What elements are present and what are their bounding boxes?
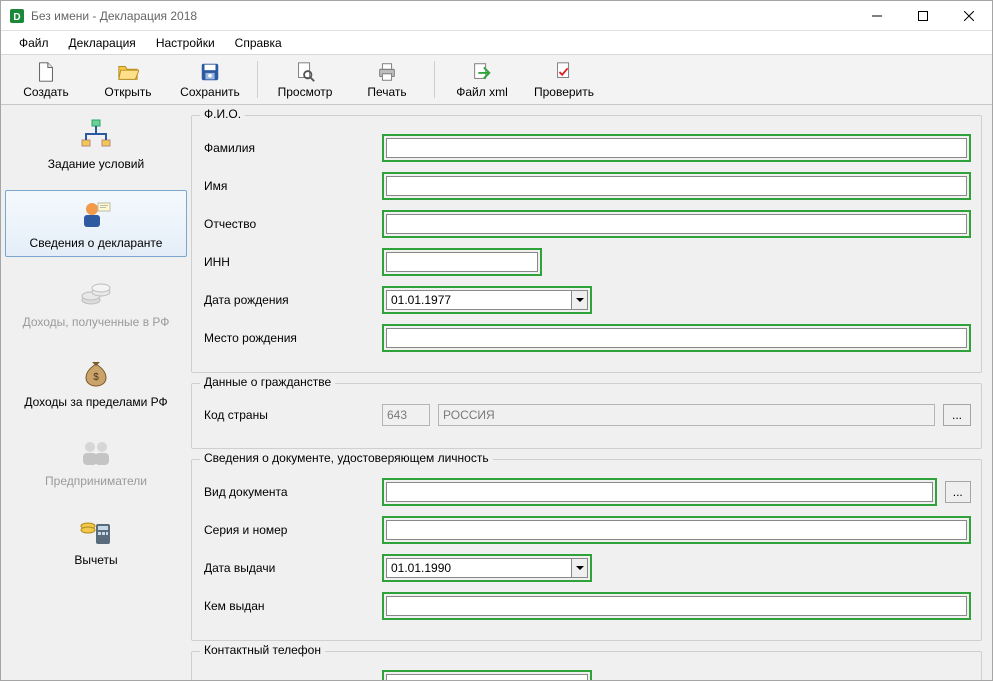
label-name: Имя: [202, 179, 382, 193]
check-button[interactable]: Проверить: [524, 57, 604, 102]
country-browse-button[interactable]: ...: [943, 404, 971, 426]
check-page-icon: [553, 61, 575, 83]
sidebar-item-conditions[interactable]: Задание условий: [5, 111, 187, 178]
group-citizenship: Данные о гражданстве Код страны ...: [191, 383, 982, 449]
sidebar-item-income-abroad[interactable]: $ Доходы за пределами РФ: [5, 349, 187, 416]
floppy-icon: [199, 61, 221, 83]
titlebar: D Без имени - Декларация 2018: [1, 1, 992, 31]
doc-serial-input[interactable]: [386, 520, 967, 540]
menu-help[interactable]: Справка: [225, 31, 292, 54]
check-label: Проверить: [534, 85, 594, 99]
new-file-icon: [35, 61, 57, 83]
create-button[interactable]: Создать: [6, 57, 86, 102]
create-label: Создать: [23, 85, 69, 99]
sidebar-item-label: Доходы за пределами РФ: [24, 396, 167, 409]
preview-button[interactable]: Просмотр: [265, 57, 345, 102]
phone-input[interactable]: [386, 674, 588, 680]
issue-date-dropdown[interactable]: [571, 558, 588, 578]
open-button[interactable]: Открыть: [88, 57, 168, 102]
label-issued-by: Кем выдан: [202, 599, 382, 613]
save-label: Сохранить: [180, 85, 240, 99]
export-xml-icon: [471, 61, 493, 83]
sidebar-item-label: Задание условий: [48, 158, 144, 171]
open-label: Открыть: [104, 85, 151, 99]
svg-text:$: $: [93, 372, 99, 383]
calculator-coins-icon: [78, 514, 114, 550]
sidebar-item-label: Сведения о декларанте: [30, 237, 163, 250]
group-legend: Контактный телефон: [200, 643, 325, 657]
birth-place-input[interactable]: [386, 328, 967, 348]
label-surname: Фамилия: [202, 141, 382, 155]
app-icon: D: [9, 8, 25, 24]
surname-input[interactable]: [386, 138, 967, 158]
svg-text:D: D: [13, 12, 20, 23]
file-xml-label: Файл xml: [456, 85, 508, 99]
birth-date-dropdown[interactable]: [571, 290, 588, 310]
file-xml-button[interactable]: Файл xml: [442, 57, 522, 102]
maximize-button[interactable]: [900, 1, 946, 31]
menu-declaration[interactable]: Декларация: [59, 31, 146, 54]
label-inn: ИНН: [202, 255, 382, 269]
print-label: Печать: [367, 85, 406, 99]
toolbar-separator: [434, 61, 435, 98]
sidebar-item-income-rf[interactable]: Доходы, полученные в РФ: [5, 269, 187, 336]
country-name-input: [438, 404, 935, 426]
minimize-button[interactable]: [854, 1, 900, 31]
group-legend: Ф.И.О.: [200, 107, 245, 121]
preview-label: Просмотр: [278, 85, 333, 99]
menu-file[interactable]: Файл: [9, 31, 59, 54]
label-patronymic: Отчество: [202, 217, 382, 231]
sidebar: Задание условий Сведения о декларанте До…: [1, 105, 191, 680]
patronymic-input[interactable]: [386, 214, 967, 234]
menu-settings[interactable]: Настройки: [146, 31, 225, 54]
sidebar-item-deductions[interactable]: Вычеты: [5, 507, 187, 574]
label-country-code: Код страны: [202, 408, 382, 422]
toolbar-separator: [257, 61, 258, 98]
group-phone: Контактный телефон: [191, 651, 982, 680]
sidebar-item-label: Доходы, полученные в РФ: [23, 316, 170, 329]
group-legend: Данные о гражданстве: [200, 375, 335, 389]
sidebar-item-label: Предприниматели: [45, 475, 147, 488]
inn-input[interactable]: [386, 252, 538, 272]
printer-icon: [376, 61, 398, 83]
window-title: Без имени - Декларация 2018: [31, 9, 197, 23]
coins-icon: [78, 276, 114, 312]
issued-by-input[interactable]: [386, 596, 967, 616]
sidebar-item-label: Вычеты: [74, 554, 117, 567]
label-birth-date: Дата рождения: [202, 293, 382, 307]
toolbar: Создать Открыть Сохранить Просмотр Печа: [1, 55, 992, 105]
doc-type-browse-button[interactable]: ...: [945, 481, 971, 503]
flowchart-icon: [78, 118, 114, 154]
money-bag-icon: $: [78, 356, 114, 392]
people-icon: [78, 435, 114, 471]
menubar: Файл Декларация Настройки Справка: [1, 31, 992, 55]
label-birth-place: Место рождения: [202, 331, 382, 345]
birth-date-input[interactable]: [386, 290, 571, 310]
label-doc-type: Вид документа: [202, 485, 382, 499]
name-input[interactable]: [386, 176, 967, 196]
label-issue-date: Дата выдачи: [202, 561, 382, 575]
content-area: Ф.И.О. Фамилия Имя Отчество: [191, 105, 992, 680]
doc-type-input[interactable]: [386, 482, 933, 502]
label-doc-serial: Серия и номер: [202, 523, 382, 537]
issue-date-input[interactable]: [386, 558, 571, 578]
close-button[interactable]: [946, 1, 992, 31]
sidebar-item-entrepreneurs[interactable]: Предприниматели: [5, 428, 187, 495]
group-document: Сведения о документе, удостоверяющем лич…: [191, 459, 982, 641]
country-code-input: [382, 404, 430, 426]
folder-open-icon: [117, 61, 139, 83]
save-button[interactable]: Сохранить: [170, 57, 250, 102]
magnifier-page-icon: [294, 61, 316, 83]
print-button[interactable]: Печать: [347, 57, 427, 102]
group-legend: Сведения о документе, удостоверяющем лич…: [200, 451, 493, 465]
sidebar-item-declarant[interactable]: Сведения о декларанте: [5, 190, 187, 257]
person-card-icon: [78, 197, 114, 233]
group-fio: Ф.И.О. Фамилия Имя Отчество: [191, 115, 982, 373]
